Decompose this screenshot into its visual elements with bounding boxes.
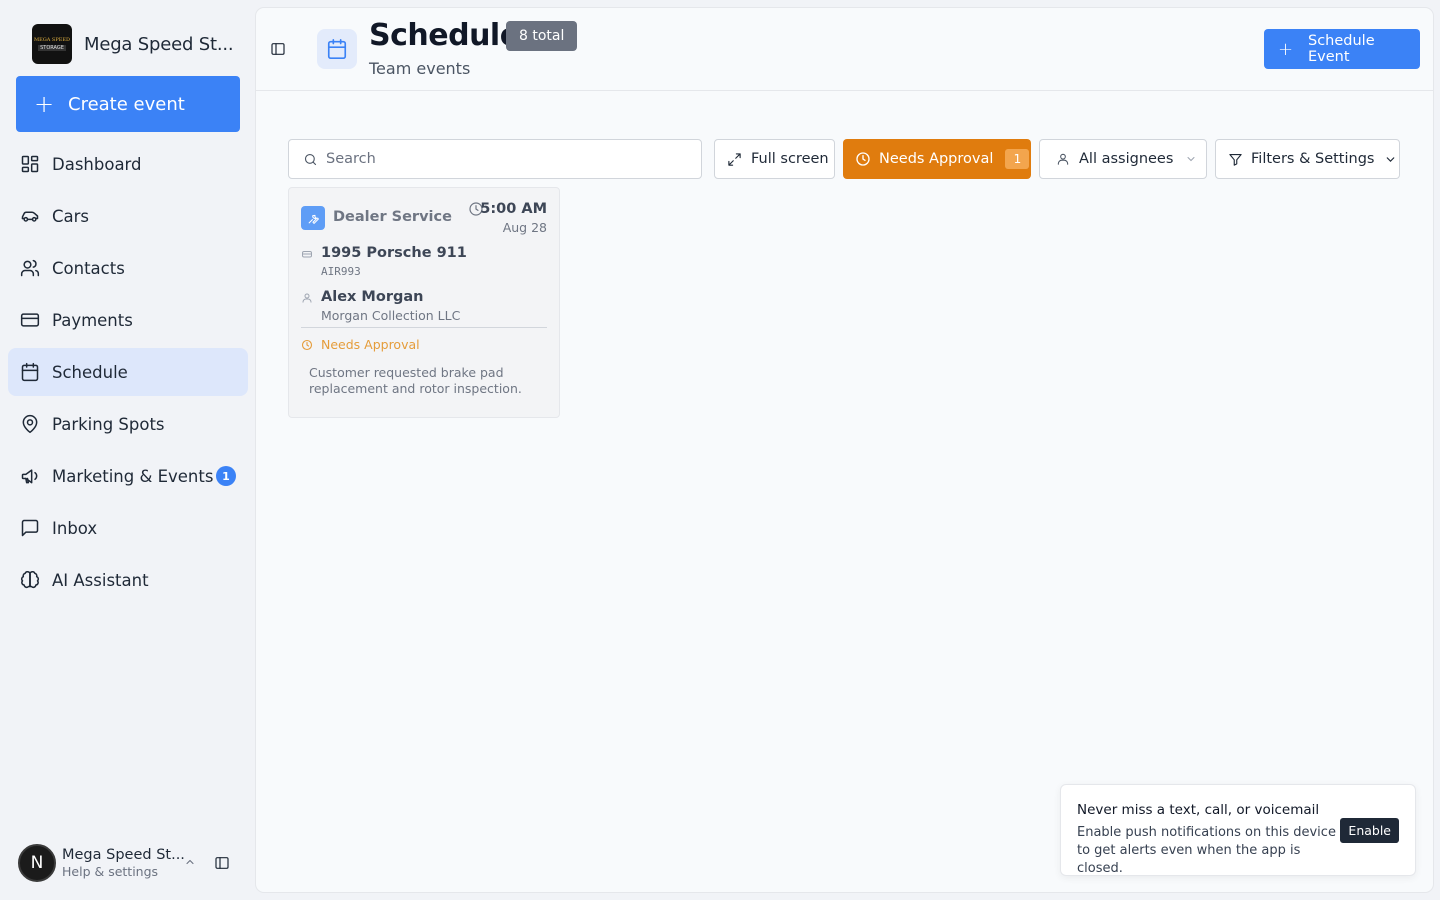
sidebar-item-schedule[interactable]: Schedule (8, 348, 248, 396)
needs-approval-button[interactable]: Needs Approval 1 (843, 139, 1031, 179)
brand-logo: MEGA SPEED STORAGE (32, 24, 72, 64)
main-panel: Schedule 8 total Team events + Schedule … (256, 8, 1433, 892)
account-text: Mega Speed St... Help & settings (62, 847, 185, 879)
event-card[interactable]: Dealer Service 5:00 AM Aug 28 1995 Porsc… (288, 187, 560, 418)
sidebar: MEGA SPEED STORAGE Mega Speed St... + Cr… (0, 0, 256, 900)
account-menu[interactable]: N Mega Speed St... Help & settings (18, 842, 248, 884)
sidebar-item-label: Marketing & Events (52, 466, 214, 486)
needs-approval-label: Needs Approval (879, 151, 994, 167)
car-icon (302, 251, 312, 258)
sidebar-item-label: Cars (52, 206, 90, 226)
notification-badge: 1 (216, 466, 236, 486)
account-subtitle: Help & settings (62, 864, 159, 879)
plus-icon: + (34, 90, 55, 118)
filter-icon (1229, 153, 1242, 166)
toast-body: Enable push notifications on this device… (1077, 825, 1336, 876)
event-person: Alex Morgan (321, 289, 424, 305)
calendar-icon (21, 362, 39, 382)
brand[interactable]: MEGA SPEED STORAGE Mega Speed St... (32, 24, 234, 64)
create-event-button[interactable]: + Create event (16, 76, 240, 132)
chevron-down-icon (1387, 156, 1395, 162)
fullscreen-label: Full screen (751, 151, 829, 167)
wrench-icon (301, 206, 325, 230)
brand-logo-line1: MEGA SPEED (33, 37, 71, 43)
event-company: Morgan Collection LLC (321, 308, 461, 323)
search-icon (304, 153, 317, 165)
schedule-event-label: Schedule Event (1308, 33, 1375, 65)
sidebar-item-cars[interactable]: Cars (8, 192, 248, 240)
schedule-event-button[interactable]: + Schedule Event (1264, 29, 1420, 69)
sidebar-nav: Dashboard Cars Contacts Payments Schedul… (8, 140, 248, 608)
needs-approval-count: 1 (1005, 149, 1030, 169)
page-title: Schedule (369, 18, 520, 53)
user-icon (302, 293, 312, 303)
megaphone-icon (21, 469, 38, 484)
sidebar-item-dashboard[interactable]: Dashboard (8, 140, 248, 188)
clock-icon (301, 339, 313, 351)
search-field[interactable] (288, 139, 702, 179)
expand-icon (728, 152, 741, 166)
map-pin-icon (22, 414, 38, 434)
create-event-label: Create event (68, 93, 185, 115)
search-input[interactable] (326, 151, 686, 167)
page-subtitle: Team events (369, 59, 471, 78)
calendar-icon (317, 29, 357, 69)
brand-logo-line2: STORAGE (38, 45, 66, 51)
sidebar-item-label: Schedule (52, 362, 128, 382)
sidebar-item-label: Inbox (52, 518, 98, 538)
message-square-icon (21, 519, 39, 537)
event-note: Customer requested brake pad replacement… (309, 365, 522, 396)
sidebar-item-payments[interactable]: Payments (8, 296, 248, 344)
enable-notifications-button[interactable]: Enable (1340, 818, 1399, 843)
filters-label: Filters & Settings (1251, 151, 1375, 167)
users-icon (20, 259, 40, 277)
sidebar-item-inbox[interactable]: Inbox (8, 504, 248, 552)
sidebar-item-label: AI Assistant (52, 570, 149, 590)
assignees-label: All assignees (1079, 151, 1174, 167)
plus-icon: + (1278, 38, 1294, 60)
event-car: 1995 Porsche 911 (321, 245, 467, 261)
sidebar-item-contacts[interactable]: Contacts (8, 244, 248, 292)
page-header: Schedule 8 total Team events + Schedule … (256, 8, 1433, 91)
event-plate: AIR993 (321, 265, 361, 278)
avatar: N (18, 844, 56, 882)
event-time: 5:00 AM (480, 201, 547, 217)
toast-title: Never miss a text, call, or voicemail (1077, 802, 1320, 818)
divider (301, 327, 547, 328)
toggle-sidebar-icon[interactable] (270, 41, 286, 57)
account-name: Mega Speed St... (62, 847, 185, 863)
sidebar-item-label: Payments (52, 310, 133, 330)
sidebar-item-marketing-events[interactable]: Marketing & Events 1 (8, 452, 248, 500)
car-icon (21, 211, 39, 222)
sidebar-item-label: Parking Spots (52, 414, 165, 434)
credit-card-icon (20, 313, 40, 327)
sidebar-item-label: Contacts (52, 258, 125, 278)
chevron-up-icon[interactable] (180, 856, 200, 871)
event-date: Aug 28 (502, 220, 547, 235)
event-service: Dealer Service (333, 209, 452, 225)
brain-icon (21, 571, 39, 589)
sidebar-item-label: Dashboard (52, 154, 142, 174)
filters-settings-button[interactable]: Filters & Settings (1215, 139, 1400, 179)
chevron-down-icon (1187, 157, 1195, 162)
clock-icon (856, 152, 870, 166)
sidebar-item-parking-spots[interactable]: Parking Spots (8, 400, 248, 448)
assignees-dropdown[interactable]: All assignees (1039, 139, 1207, 179)
panel-left-icon[interactable] (214, 855, 230, 871)
push-notification-toast: Never miss a text, call, or voicemail En… (1060, 784, 1416, 876)
sidebar-item-ai-assistant[interactable]: AI Assistant (8, 556, 248, 604)
fullscreen-button[interactable]: Full screen (714, 139, 835, 179)
event-status: Needs Approval (321, 337, 420, 352)
user-icon (1057, 153, 1069, 165)
dashboard-icon (21, 155, 39, 173)
count-badge: 8 total (506, 21, 578, 51)
brand-name: Mega Speed St... (84, 33, 234, 55)
